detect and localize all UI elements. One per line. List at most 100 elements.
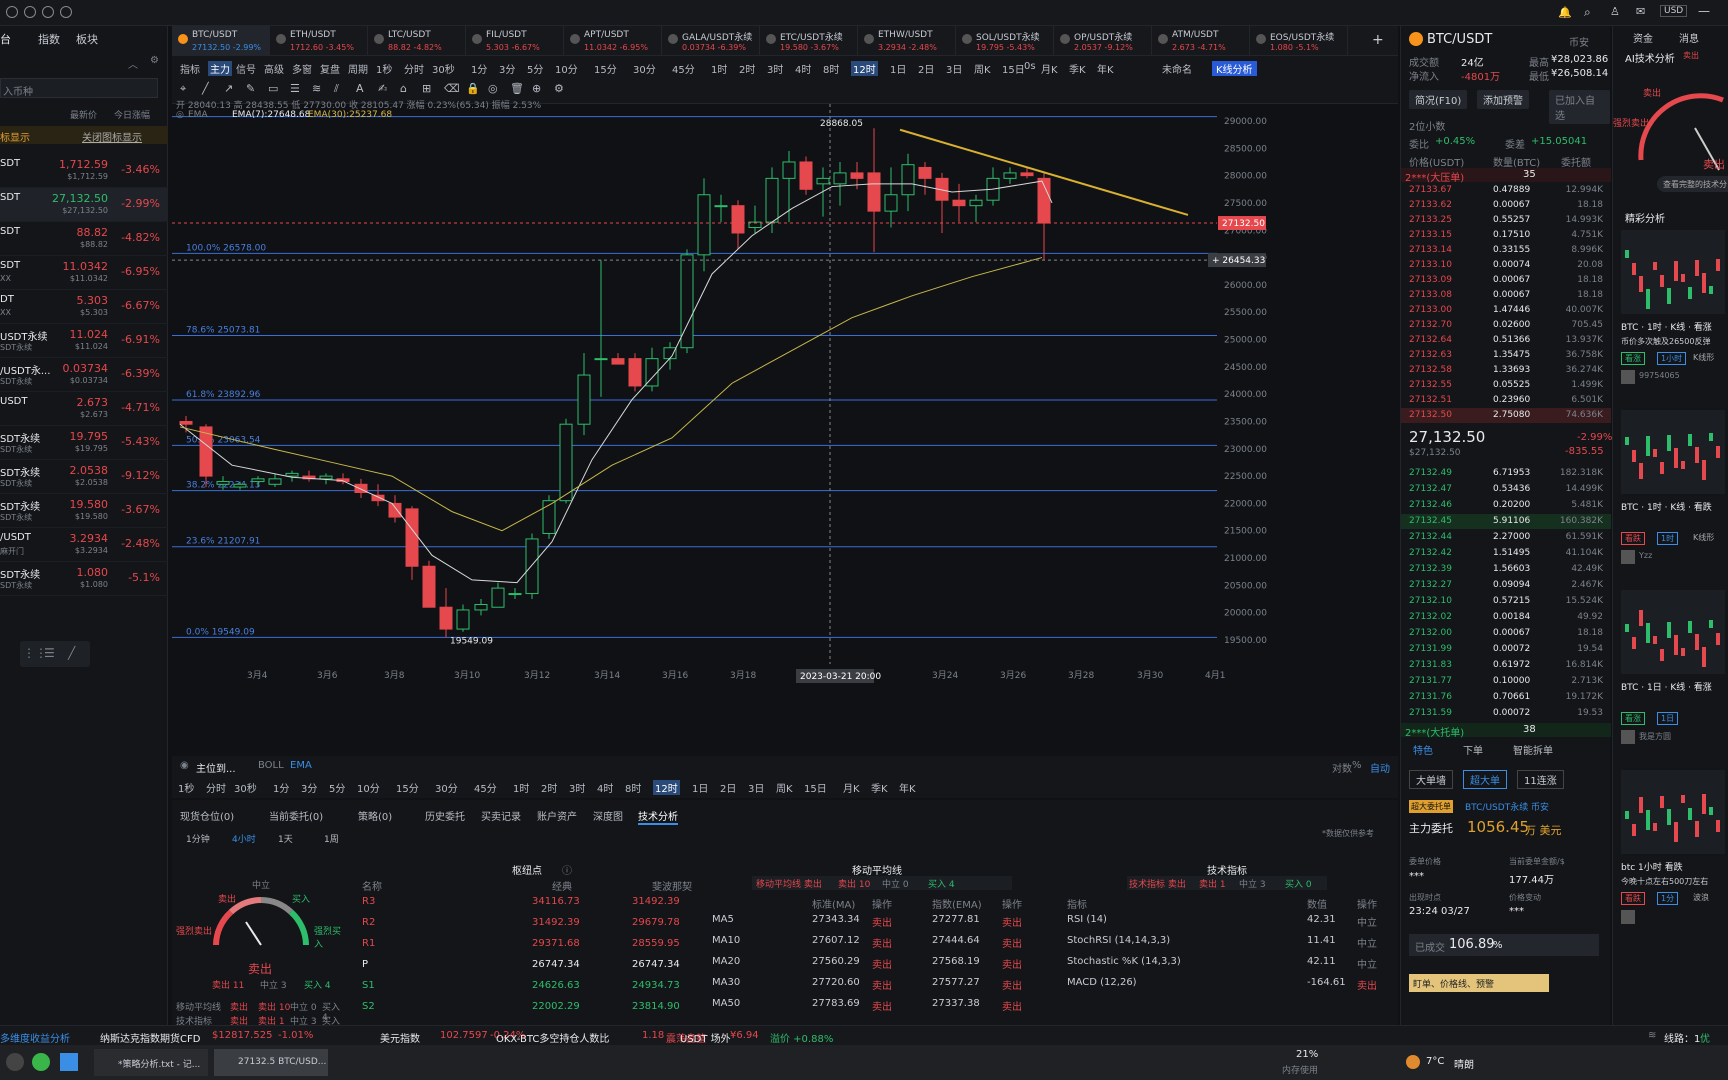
app-icon-green[interactable]	[32, 1053, 50, 1071]
line-icon[interactable]: ╱	[68, 646, 75, 660]
decimals-select[interactable]: 2位小数	[1409, 118, 1445, 133]
market-row[interactable]: SDT永续 SDT永续 2.0538 $2.0538 -9.12%	[0, 460, 168, 494]
magnet-icon[interactable]: ⊕	[532, 82, 541, 95]
bottom-tab[interactable]: 现货仓位(0)	[180, 808, 234, 823]
market-row[interactable]: USDT 2.673 $2.673 -4.71%	[0, 392, 168, 426]
toolbar-item[interactable]: 1分	[471, 61, 487, 76]
bottom-tab[interactable]: 历史委托	[425, 808, 465, 823]
tech-period[interactable]: 1天	[278, 832, 293, 845]
bid-row[interactable]: 27131.76 0.70661 19.172K	[1401, 690, 1611, 705]
windows-start-icon[interactable]	[6, 1053, 24, 1071]
toolbar-item[interactable]: 周K	[974, 61, 991, 76]
analysis-card[interactable]: BTC · 1时 · K线 · 看跌 看跌 1时 K线形 Yzz	[1621, 410, 1725, 582]
ask-row[interactable]: 27133.14 0.33155 8.996K	[1401, 243, 1611, 258]
toolbar-item[interactable]: 5分	[527, 61, 543, 76]
period-item[interactable]: 15分	[396, 780, 419, 795]
chip[interactable]: 大单墙	[1409, 770, 1453, 789]
period-item[interactable]: 10分	[357, 780, 380, 795]
mail-icon[interactable]: ✉	[1636, 5, 1645, 18]
list-icon[interactable]: ☰	[44, 646, 55, 660]
minimize-icon[interactable]: —	[1698, 4, 1710, 18]
period-item[interactable]: 30分	[435, 780, 458, 795]
toolbar-item[interactable]: 4时	[795, 61, 811, 76]
period-item[interactable]: 45分	[474, 780, 497, 795]
profit-analysis-link[interactable]: 多维度收益分析	[0, 1030, 70, 1045]
symbol-tab[interactable]: ETHW/USDT 3.2934 -2.48%	[858, 26, 956, 56]
window-icon-1[interactable]	[6, 6, 18, 18]
period-item[interactable]: 1秒	[178, 780, 194, 795]
close-icon-display-link[interactable]: 关闭图标显示	[82, 129, 142, 144]
help-icon[interactable]: ⓘ	[562, 862, 572, 877]
taskbar-notepad[interactable]: *策略分析.txt - 记...	[94, 1049, 208, 1076]
bell-icon[interactable]: 🔔	[1558, 6, 1572, 19]
symbol-tab[interactable]: EOS/USDT永续 1.080 -5.1%	[1250, 26, 1348, 56]
text-icon[interactable]: A	[356, 82, 364, 95]
period-item[interactable]: 4时	[597, 780, 613, 795]
left-tab-2[interactable]: 板块	[76, 31, 98, 47]
chevron-up-icon[interactable]: ︿	[128, 56, 138, 71]
market-row[interactable]: SDT永续 SDT永续 19.795 $19.795 -5.43%	[0, 426, 168, 460]
bid-row[interactable]: 27131.83 0.61972 16.814K	[1401, 658, 1611, 673]
ask-row[interactable]: 27132.55 0.05525 1.499K	[1401, 378, 1611, 393]
toolbar-item[interactable]: 3分	[499, 61, 515, 76]
ask-row[interactable]: 27133.08 0.00067 18.18	[1401, 288, 1611, 303]
left-tab-0[interactable]: 台	[0, 31, 11, 47]
channel-icon[interactable]: ⫽	[334, 82, 339, 96]
period-item[interactable]: 15日	[804, 780, 827, 795]
kline-chart[interactable]: 29000.00 28500.00 28000.00 27500.00 27000.00…	[172, 101, 1398, 756]
app-icon-blue[interactable]	[60, 1053, 78, 1071]
ticker-name[interactable]: 纳斯达克指数期货CFD	[100, 1030, 200, 1045]
chip[interactable]: 超大单	[1463, 770, 1507, 789]
period-item[interactable]: 1分	[273, 780, 289, 795]
toolbar-item[interactable]: 10分	[555, 61, 578, 76]
eye-icon[interactable]: ◎	[176, 110, 184, 120]
tech-period[interactable]: 1周	[324, 832, 339, 845]
toolbar-item[interactable]: 季K	[1069, 61, 1086, 76]
period-item[interactable]: 1日	[692, 780, 708, 795]
window-icon-2[interactable]	[24, 6, 36, 18]
pct-toggle[interactable]: %	[1352, 760, 1362, 771]
period-item[interactable]: 季K	[871, 780, 888, 795]
ruler2-icon[interactable]: ⊞	[422, 82, 431, 95]
rect-icon[interactable]: ▭	[268, 82, 278, 95]
promo-banner[interactable]: 盯单、价格线、预警	[1409, 974, 1549, 992]
shirt-icon[interactable]: ♙	[1610, 5, 1620, 18]
symbol-tab[interactable]: GALA/USDT永续 0.03734 -6.39%	[662, 26, 760, 56]
toolbar-item[interactable]: 2日	[918, 61, 934, 76]
toolbar-item[interactable]: 指标	[180, 61, 200, 76]
ask-row[interactable]: 27132.70 0.02600 705.45	[1401, 318, 1611, 333]
bid-row[interactable]: 27131.99 0.00072 19.54	[1401, 642, 1611, 657]
period-item[interactable]: 3日	[748, 780, 764, 795]
bottom-tab[interactable]: 账户资产	[537, 808, 577, 823]
period-item[interactable]: 12时	[653, 780, 680, 795]
tech-period[interactable]: 4小时	[232, 832, 256, 845]
toolbar-item[interactable]: 12时	[851, 61, 878, 76]
ask-row[interactable]: 27133.15 0.17510 4.751K	[1401, 228, 1611, 243]
trash-icon[interactable]: 🗑	[510, 82, 524, 95]
kline-analysis-button[interactable]: K线分析	[1212, 61, 1257, 76]
toolbar-item[interactable]: 周期	[348, 61, 368, 76]
symbol-tab[interactable]: OP/USDT永续 2.0537 -9.12%	[1054, 26, 1152, 56]
bid-row[interactable]: 27131.59 0.00072 19.53	[1401, 706, 1611, 721]
period-item[interactable]: 年K	[899, 780, 916, 795]
market-row[interactable]: /USDT 麻开门 3.2934 $3.2934 -2.48%	[0, 528, 168, 562]
gear-icon[interactable]: ⚙	[554, 82, 564, 95]
period-item[interactable]: 分时	[206, 780, 226, 795]
toolbar-item[interactable]: 15分	[594, 61, 617, 76]
feature-tab[interactable]: 智能拆单	[1513, 742, 1553, 757]
log-toggle[interactable]: 对数	[1332, 760, 1352, 775]
toolbar-item[interactable]: 15日	[1002, 61, 1025, 76]
col-change[interactable]: 今日涨幅	[114, 108, 150, 121]
market-row[interactable]: SDT 88.82 $88.82 -4.82%	[0, 222, 168, 256]
symbol-tab[interactable]: ATM/USDT 2.673 -4.71%	[1152, 26, 1250, 56]
toolbar-item[interactable]: 年K	[1097, 61, 1114, 76]
symbol-tab[interactable]: ETH/USDT 1712.60 -3.45%	[270, 26, 368, 56]
toolbar-item[interactable]: 主力	[208, 61, 232, 76]
market-row[interactable]: /USDT永... SDT永续 0.03734 $0.03734 -6.39%	[0, 358, 168, 392]
ask-row[interactable]: 27132.63 1.35475 36.758K	[1401, 348, 1611, 363]
ticker-name[interactable]: USDT 场外	[680, 1030, 731, 1045]
symbol-tab[interactable]: FIL/USDT 5.303 -6.67%	[466, 26, 564, 56]
bid-row[interactable]: 27131.77 0.10000 2.713K	[1401, 674, 1611, 689]
target-icon[interactable]: ◉	[180, 760, 189, 771]
symbol-tab[interactable]: BTC/USDT 27132.50 -2.99%	[172, 26, 270, 56]
